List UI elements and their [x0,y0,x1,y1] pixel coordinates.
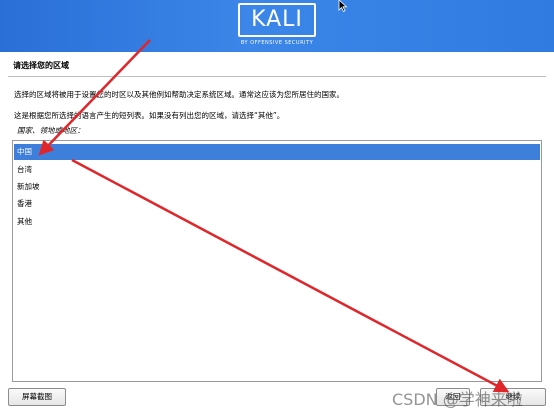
kali-logo: KALI [238,3,316,37]
list-label: 国家、领地或地区： [17,126,85,135]
region-list[interactable]: 中国 台湾 新加坡 香港 其他 [12,140,542,382]
list-item-singapore[interactable]: 新加坡 [14,179,540,195]
kali-logo-subtext: BY OFFENSIVE SECURITY [240,40,314,46]
title-divider [8,76,546,77]
list-item-taiwan[interactable]: 台湾 [14,162,540,178]
page-title: 请选择您的区域 [13,61,69,70]
list-item-hongkong[interactable]: 香港 [14,196,540,212]
screenshot-button[interactable]: 屏幕截图 [8,388,66,406]
description-text-1: 选择的区域将被用于设置您的时区以及其他例如帮助决定系统区域。通常这应该为您所居住… [14,90,344,99]
list-item-other[interactable]: 其他 [14,214,540,230]
watermark: CSDN @学神来啦 [392,390,523,409]
list-item-china[interactable]: 中国 [14,144,540,160]
description-text-2: 这是根据您所选择的语言产生的短列表。如果没有列出您的区域，请选择“其他”。 [14,111,285,120]
header-banner: KALI BY OFFENSIVE SECURITY [0,0,554,52]
mouse-cursor-icon [338,0,348,12]
